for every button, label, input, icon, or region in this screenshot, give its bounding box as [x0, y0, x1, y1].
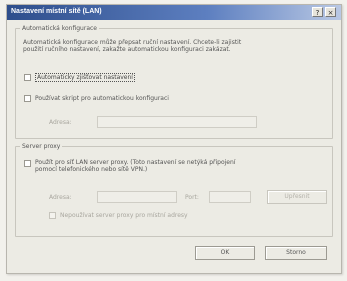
config-script-checkbox[interactable]	[24, 95, 31, 102]
close-icon[interactable]: ×	[325, 7, 336, 17]
proxy-address-input[interactable]	[97, 191, 177, 203]
proxy-port-label: Port:	[185, 194, 199, 201]
proxy-address-label: Adresa:	[49, 194, 72, 201]
use-proxy-row[interactable]: Použít pro síť LAN server proxy. (Toto n…	[24, 159, 235, 173]
detect-settings-row[interactable]: Automaticky zjišťovat nastavení	[24, 73, 135, 82]
use-proxy-label-line1: Použít pro síť LAN server proxy. (Toto n…	[35, 159, 236, 166]
bypass-local-label: Nepoužívat server proxy pro místní adres…	[60, 212, 188, 219]
script-address-input[interactable]	[97, 116, 257, 128]
detect-settings-checkbox[interactable]	[24, 74, 31, 81]
use-proxy-checkbox[interactable]	[24, 160, 31, 167]
config-script-row[interactable]: Používat skript pro automatickou konfigu…	[24, 95, 169, 102]
proxy-address-row: Adresa:	[49, 194, 72, 201]
auto-config-description-line1: Automatická konfigurace může přepsat ruč…	[23, 39, 242, 46]
auto-config-description: Automatická konfigurace může přepsat ruč…	[23, 39, 241, 53]
ok-button[interactable]: OK	[195, 246, 255, 260]
auto-config-description-line2: použití ručního nastavení, zakažte autom…	[23, 46, 231, 53]
help-icon[interactable]: ?	[312, 7, 323, 17]
proxy-server-legend: Server proxy	[22, 143, 61, 150]
script-address-row: Adresa:	[49, 119, 72, 126]
script-address-label: Adresa:	[49, 119, 72, 126]
title-bar: Nastavení místní sítě (LAN) ? ×	[7, 5, 341, 20]
proxy-port-input[interactable]	[209, 191, 251, 203]
bypass-local-checkbox[interactable]	[49, 212, 56, 219]
use-proxy-label-line2: pomocí telefonického nebo sítě VPN.)	[35, 166, 148, 173]
bypass-local-row[interactable]: Nepoužívat server proxy pro místní adres…	[49, 212, 188, 219]
lan-settings-dialog: Nastavení místní sítě (LAN) ? × Automati…	[6, 4, 342, 274]
config-script-label: Používat skript pro automatickou konfigu…	[35, 95, 169, 102]
detect-settings-label: Automaticky zjišťovat nastavení	[35, 73, 135, 82]
dialog-title: Nastavení místní sítě (LAN)	[11, 8, 102, 15]
auto-config-legend: Automatická konfigurace	[22, 25, 97, 32]
use-proxy-label: Použít pro síť LAN server proxy. (Toto n…	[35, 159, 235, 173]
cancel-button[interactable]: Storno	[265, 246, 327, 260]
advanced-button[interactable]: Upřesnit	[267, 190, 327, 204]
proxy-port-row: Port:	[185, 194, 199, 201]
